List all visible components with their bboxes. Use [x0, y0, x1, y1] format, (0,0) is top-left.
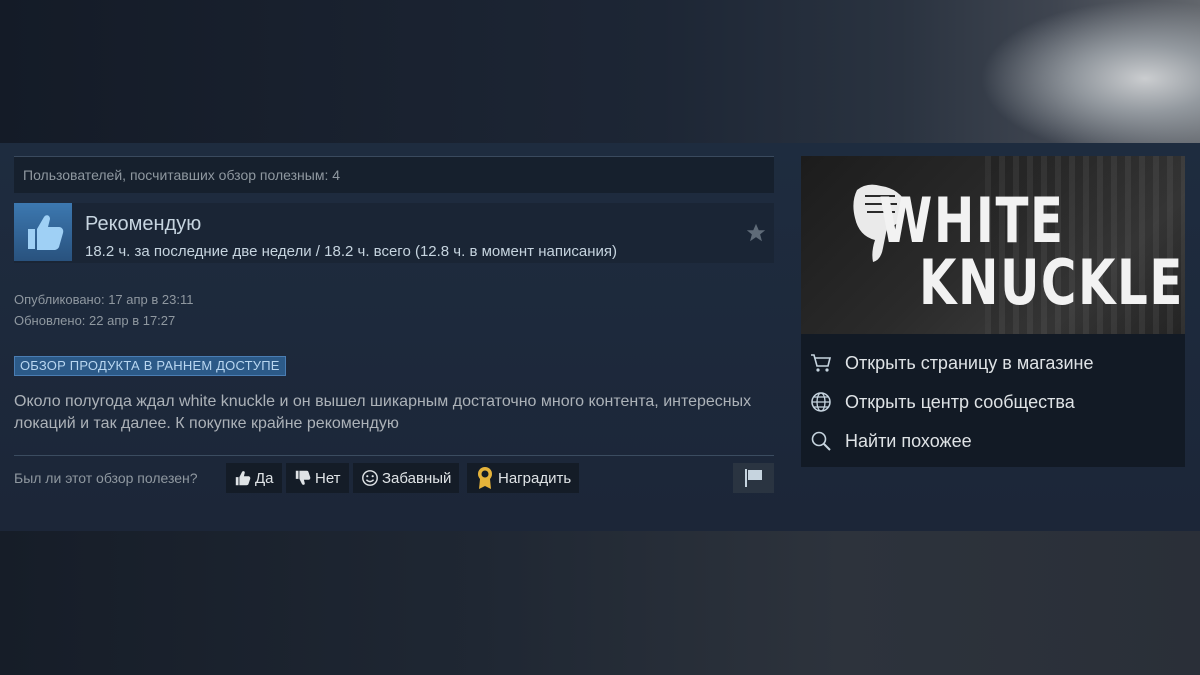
- game-logo-line2: KNUCKLE: [919, 246, 1184, 319]
- thumbs-up-icon: [235, 471, 251, 486]
- header-glow: [980, 0, 1200, 143]
- award-label: Наградить: [498, 469, 572, 487]
- vote-controls: Был ли этот обзор полезен? Да Нет Забавн…: [14, 463, 774, 493]
- vote-no-button[interactable]: Нет: [286, 463, 349, 493]
- vote-no-label: Нет: [315, 469, 341, 487]
- divider: [14, 455, 774, 456]
- page-footer-background: [0, 531, 1200, 675]
- community-link-label: Открыть центр сообщества: [845, 391, 1075, 412]
- review-dates: Опубликовано: 17 апр в 23:11 Обновлено: …: [14, 289, 193, 331]
- vote-yes-button[interactable]: Да: [226, 463, 282, 493]
- open-store-page-link[interactable]: Открыть страницу в магазине: [810, 350, 1170, 376]
- helpful-count: Пользователей, посчитавших обзор полезны…: [14, 156, 774, 193]
- recommendation-block: Рекомендую 18.2 ч. за последние две неде…: [14, 203, 774, 263]
- recommend-thumb: [14, 203, 72, 261]
- flag-icon: [744, 469, 762, 487]
- store-link-label: Открыть страницу в магазине: [845, 352, 1094, 373]
- thumbs-down-icon: [295, 470, 311, 485]
- globe-icon: [810, 391, 832, 413]
- report-button[interactable]: [733, 463, 774, 493]
- find-similar-link[interactable]: Найти похожее: [810, 428, 1170, 454]
- updated-date: Обновлено: 22 апр в 17:27: [14, 313, 176, 328]
- recommendation-title: Рекомендую: [85, 213, 202, 235]
- smile-icon: [362, 470, 378, 486]
- playtime-hours: 18.2 ч. за последние две недели / 18.2 ч…: [85, 243, 617, 260]
- vote-question: Был ли этот обзор полезен?: [14, 470, 198, 486]
- published-date: Опубликовано: 17 апр в 23:11: [14, 292, 194, 307]
- thumbs-up-icon: [28, 215, 64, 250]
- review-body: Около полугода ждал white knuckle и он в…: [14, 393, 752, 432]
- vote-funny-label: Забавный: [382, 469, 452, 487]
- award-icon: [478, 467, 492, 489]
- vote-yes-label: Да: [255, 469, 274, 487]
- game-side-panel: WHITE KNUCKLE Открыть страницу в магазин…: [801, 156, 1185, 467]
- early-access-badge: ОБЗОР ПРОДУКТА В РАННЕМ ДОСТУПЕ: [14, 356, 286, 376]
- open-community-hub-link[interactable]: Открыть центр сообщества: [810, 389, 1170, 415]
- search-icon: [810, 430, 832, 452]
- star-icon[interactable]: [745, 222, 767, 244]
- cart-icon: [810, 352, 832, 374]
- similar-link-label: Найти похожее: [845, 430, 972, 451]
- award-button[interactable]: Наградить: [467, 463, 580, 493]
- game-capsule-image[interactable]: WHITE KNUCKLE: [801, 156, 1185, 334]
- vote-funny-button[interactable]: Забавный: [353, 463, 460, 493]
